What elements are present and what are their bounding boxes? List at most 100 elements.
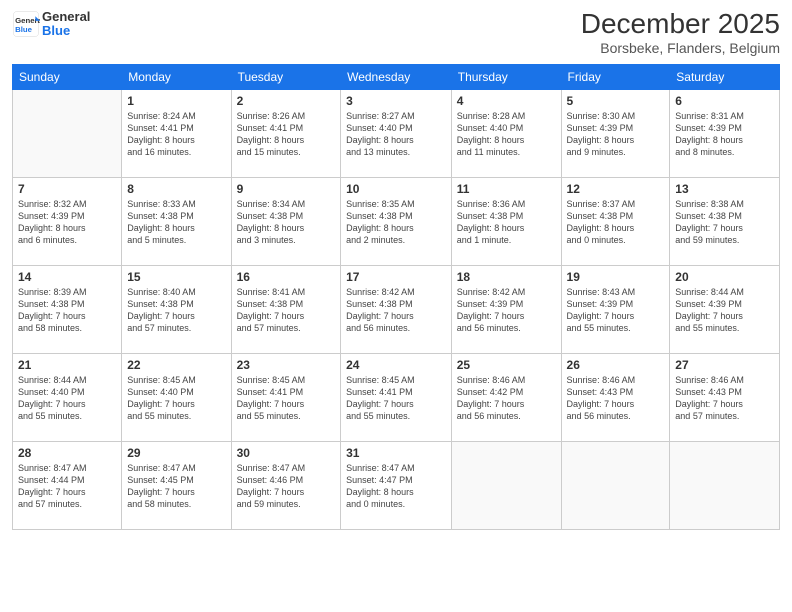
calendar-day-cell: 1 Sunrise: 8:24 AMSunset: 4:41 PMDaylight… xyxy=(122,90,231,178)
day-info: Sunrise: 8:43 AMSunset: 4:39 PMDaylight:… xyxy=(567,286,665,335)
calendar-day-cell: 12Sunrise: 8:37 AMSunset: 4:38 PMDayligh… xyxy=(561,178,670,266)
page-container: General Blue General Blue December 2025 … xyxy=(0,0,792,612)
day-number: 10 xyxy=(346,182,446,196)
day-info: Sunrise: 8:44 AMSunset: 4:39 PMDaylight:… xyxy=(675,286,774,335)
calendar-day-cell: 5 Sunrise: 8:30 AMSunset: 4:39 PMDaylight… xyxy=(561,90,670,178)
calendar-day-cell: 26 Sunrise: 8:46 AMSunset: 4:43 PMDayligh… xyxy=(561,354,670,442)
calendar-day-cell: 6Sunrise: 8:31 AMSunset: 4:39 PMDaylight… xyxy=(670,90,780,178)
calendar-day-cell: 15 Sunrise: 8:40 AMSunset: 4:38 PMDayligh… xyxy=(122,266,231,354)
day-info: Sunrise: 8:41 AMSunset: 4:38 PMDaylight:… xyxy=(237,286,336,335)
day-info: Sunrise: 8:38 AMSunset: 4:38 PMDaylight:… xyxy=(675,198,774,247)
day-info: Sunrise: 8:32 AMSunset: 4:39 PMDaylight:… xyxy=(18,198,116,247)
day-number: 3 xyxy=(346,94,446,108)
calendar-header-sunday: Sunday xyxy=(13,65,122,90)
svg-text:Blue: Blue xyxy=(15,25,33,34)
calendar-day-cell xyxy=(451,442,561,530)
calendar-day-cell: 25 Sunrise: 8:46 AMSunset: 4:42 PMDayligh… xyxy=(451,354,561,442)
day-info: Sunrise: 8:45 AMSunset: 4:41 PMDaylight:… xyxy=(346,374,446,423)
day-number: 9 xyxy=(237,182,336,196)
day-info: Sunrise: 8:33 AMSunset: 4:38 PMDaylight:… xyxy=(127,198,225,247)
calendar-day-cell: 30 Sunrise: 8:47 AMSunset: 4:46 PMDayligh… xyxy=(231,442,341,530)
calendar-day-cell: 14 Sunrise: 8:39 AMSunset: 4:38 PMDayligh… xyxy=(13,266,122,354)
logo: General Blue General Blue xyxy=(12,10,90,39)
calendar-header-thursday: Thursday xyxy=(451,65,561,90)
calendar-day-cell: 28 Sunrise: 8:47 AMSunset: 4:44 PMDayligh… xyxy=(13,442,122,530)
calendar-header-friday: Friday xyxy=(561,65,670,90)
calendar-day-cell: 31Sunrise: 8:47 AMSunset: 4:47 PMDayligh… xyxy=(341,442,452,530)
calendar-day-cell: 29Sunrise: 8:47 AMSunset: 4:45 PMDayligh… xyxy=(122,442,231,530)
day-number: 24 xyxy=(346,358,446,372)
calendar-day-cell: 19 Sunrise: 8:43 AMSunset: 4:39 PMDayligh… xyxy=(561,266,670,354)
day-info: Sunrise: 8:47 AMSunset: 4:46 PMDaylight:… xyxy=(237,462,336,511)
calendar-week-row: 1 Sunrise: 8:24 AMSunset: 4:41 PMDaylight… xyxy=(13,90,780,178)
header: General Blue General Blue December 2025 … xyxy=(12,10,780,56)
calendar-header-tuesday: Tuesday xyxy=(231,65,341,90)
location: Borsbeke, Flanders, Belgium xyxy=(581,40,780,56)
logo-blue-text: Blue xyxy=(42,24,90,38)
calendar-day-cell: 10 Sunrise: 8:35 AMSunset: 4:38 PMDayligh… xyxy=(341,178,452,266)
day-number: 25 xyxy=(457,358,556,372)
day-info: Sunrise: 8:40 AMSunset: 4:38 PMDaylight:… xyxy=(127,286,225,335)
calendar-day-cell: 23Sunrise: 8:45 AMSunset: 4:41 PMDayligh… xyxy=(231,354,341,442)
calendar-day-cell: 18 Sunrise: 8:42 AMSunset: 4:39 PMDayligh… xyxy=(451,266,561,354)
day-number: 31 xyxy=(346,446,446,460)
day-info: Sunrise: 8:36 AMSunset: 4:38 PMDaylight:… xyxy=(457,198,556,247)
day-number: 5 xyxy=(567,94,665,108)
calendar-day-cell: 13 Sunrise: 8:38 AMSunset: 4:38 PMDayligh… xyxy=(670,178,780,266)
calendar-day-cell: 11 Sunrise: 8:36 AMSunset: 4:38 PMDayligh… xyxy=(451,178,561,266)
day-number: 19 xyxy=(567,270,665,284)
day-number: 30 xyxy=(237,446,336,460)
calendar-day-cell: 27 Sunrise: 8:46 AMSunset: 4:43 PMDayligh… xyxy=(670,354,780,442)
calendar-week-row: 7 Sunrise: 8:32 AMSunset: 4:39 PMDaylight… xyxy=(13,178,780,266)
day-info: Sunrise: 8:28 AMSunset: 4:40 PMDaylight:… xyxy=(457,110,556,159)
day-info: Sunrise: 8:35 AMSunset: 4:38 PMDaylight:… xyxy=(346,198,446,247)
day-number: 15 xyxy=(127,270,225,284)
day-info: Sunrise: 8:30 AMSunset: 4:39 PMDaylight:… xyxy=(567,110,665,159)
calendar-day-cell: 2 Sunrise: 8:26 AMSunset: 4:41 PMDaylight… xyxy=(231,90,341,178)
day-number: 1 xyxy=(127,94,225,108)
day-number: 26 xyxy=(567,358,665,372)
day-number: 16 xyxy=(237,270,336,284)
calendar-day-cell xyxy=(561,442,670,530)
day-info: Sunrise: 8:45 AMSunset: 4:41 PMDaylight:… xyxy=(237,374,336,423)
calendar-day-cell: 21 Sunrise: 8:44 AMSunset: 4:40 PMDayligh… xyxy=(13,354,122,442)
day-info: Sunrise: 8:46 AMSunset: 4:43 PMDaylight:… xyxy=(675,374,774,423)
day-info: Sunrise: 8:47 AMSunset: 4:44 PMDaylight:… xyxy=(18,462,116,511)
logo-text: General Blue xyxy=(42,10,90,39)
day-info: Sunrise: 8:46 AMSunset: 4:42 PMDaylight:… xyxy=(457,374,556,423)
day-info: Sunrise: 8:42 AMSunset: 4:39 PMDaylight:… xyxy=(457,286,556,335)
day-info: Sunrise: 8:26 AMSunset: 4:41 PMDaylight:… xyxy=(237,110,336,159)
calendar-day-cell xyxy=(13,90,122,178)
calendar-week-row: 28 Sunrise: 8:47 AMSunset: 4:44 PMDayligh… xyxy=(13,442,780,530)
day-number: 6 xyxy=(675,94,774,108)
day-info: Sunrise: 8:44 AMSunset: 4:40 PMDaylight:… xyxy=(18,374,116,423)
day-info: Sunrise: 8:47 AMSunset: 4:45 PMDaylight:… xyxy=(127,462,225,511)
day-info: Sunrise: 8:24 AMSunset: 4:41 PMDaylight:… xyxy=(127,110,225,159)
calendar-day-cell xyxy=(670,442,780,530)
calendar-day-cell: 9Sunrise: 8:34 AMSunset: 4:38 PMDaylight… xyxy=(231,178,341,266)
day-info: Sunrise: 8:46 AMSunset: 4:43 PMDaylight:… xyxy=(567,374,665,423)
calendar-header-monday: Monday xyxy=(122,65,231,90)
calendar-day-cell: 20Sunrise: 8:44 AMSunset: 4:39 PMDayligh… xyxy=(670,266,780,354)
calendar-header-saturday: Saturday xyxy=(670,65,780,90)
day-info: Sunrise: 8:39 AMSunset: 4:38 PMDaylight:… xyxy=(18,286,116,335)
calendar-table: SundayMondayTuesdayWednesdayThursdayFrid… xyxy=(12,64,780,530)
day-info: Sunrise: 8:45 AMSunset: 4:40 PMDaylight:… xyxy=(127,374,225,423)
day-number: 14 xyxy=(18,270,116,284)
day-number: 17 xyxy=(346,270,446,284)
day-number: 11 xyxy=(457,182,556,196)
calendar-day-cell: 7 Sunrise: 8:32 AMSunset: 4:39 PMDaylight… xyxy=(13,178,122,266)
day-number: 7 xyxy=(18,182,116,196)
day-number: 27 xyxy=(675,358,774,372)
day-number: 13 xyxy=(675,182,774,196)
title-section: December 2025 Borsbeke, Flanders, Belgiu… xyxy=(581,10,780,56)
calendar-week-row: 21 Sunrise: 8:44 AMSunset: 4:40 PMDayligh… xyxy=(13,354,780,442)
logo-icon: General Blue xyxy=(12,10,40,38)
logo-general-text: General xyxy=(42,10,90,24)
day-number: 18 xyxy=(457,270,556,284)
calendar-day-cell: 17Sunrise: 8:42 AMSunset: 4:38 PMDayligh… xyxy=(341,266,452,354)
day-number: 2 xyxy=(237,94,336,108)
day-number: 21 xyxy=(18,358,116,372)
day-number: 28 xyxy=(18,446,116,460)
day-number: 12 xyxy=(567,182,665,196)
